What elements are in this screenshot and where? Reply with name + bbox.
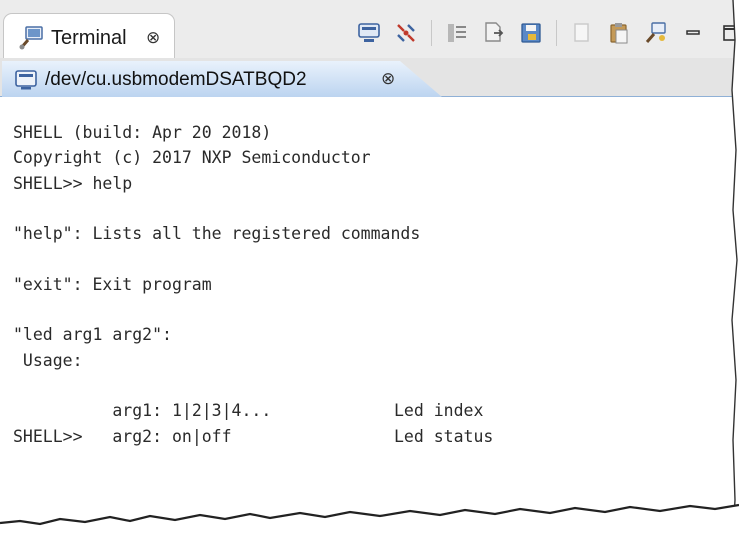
terminal-output[interactable]: SHELL (build: Apr 20 2018) Copyright (c)… [13, 120, 723, 449]
session-tab-bar: /dev/cu.usbmodemDSATBQD2 ⊗ [0, 58, 739, 97]
usage-arg2-desc: Led status [394, 426, 494, 446]
toolbar-separator [556, 20, 557, 46]
close-icon[interactable]: ⊗ [146, 28, 160, 48]
console-line: "exit": Exit program [13, 274, 212, 294]
settings-icon[interactable] [443, 19, 471, 47]
torn-edge-right [731, 0, 739, 533]
terminal-view: Terminal ⊗ /dev/cu.usbmodemDSATBQD2 ⊗ SH… [0, 0, 739, 520]
pin-icon[interactable] [642, 19, 670, 47]
copy-icon[interactable] [568, 19, 596, 47]
console-line: "help": Lists all the registered command… [13, 224, 421, 244]
export-icon[interactable] [480, 19, 508, 47]
terminal-icon [18, 26, 44, 55]
tab-session-label: /dev/cu.usbmodemDSATBQD2 [45, 69, 307, 90]
console-line: "led arg1 arg2": [13, 325, 172, 345]
view-toolbar [355, 16, 739, 50]
console-line: arg1: 1|2|3|4... Led index [13, 373, 723, 420]
toolbar-separator [431, 20, 432, 46]
torn-edge-bottom [0, 503, 739, 533]
paste-icon[interactable] [605, 19, 633, 47]
console-line: SHELL>> help [13, 173, 133, 193]
view-tab-bar: Terminal ⊗ [0, 0, 739, 59]
console-line: Usage: [13, 350, 83, 370]
console-line: arg2: on|off Led status [13, 398, 723, 446]
tab-session[interactable]: /dev/cu.usbmodemDSATBQD2 ⊗ [2, 61, 442, 97]
tab-terminal[interactable]: Terminal ⊗ [3, 13, 175, 59]
console-line: SHELL (build: Apr 20 2018) [13, 123, 272, 142]
close-icon[interactable]: ⊗ [381, 69, 395, 89]
console-line: Copyright (c) 2017 NXP Semiconductor [13, 148, 371, 168]
serial-terminal-icon [15, 70, 37, 95]
tab-terminal-label: Terminal [51, 27, 127, 49]
save-icon[interactable] [517, 19, 545, 47]
terminal-connect-icon[interactable] [355, 19, 383, 47]
usage-arg2: arg2: on|off [72, 426, 232, 446]
disconnect-icon[interactable] [392, 19, 420, 47]
minimize-icon[interactable] [679, 19, 707, 47]
